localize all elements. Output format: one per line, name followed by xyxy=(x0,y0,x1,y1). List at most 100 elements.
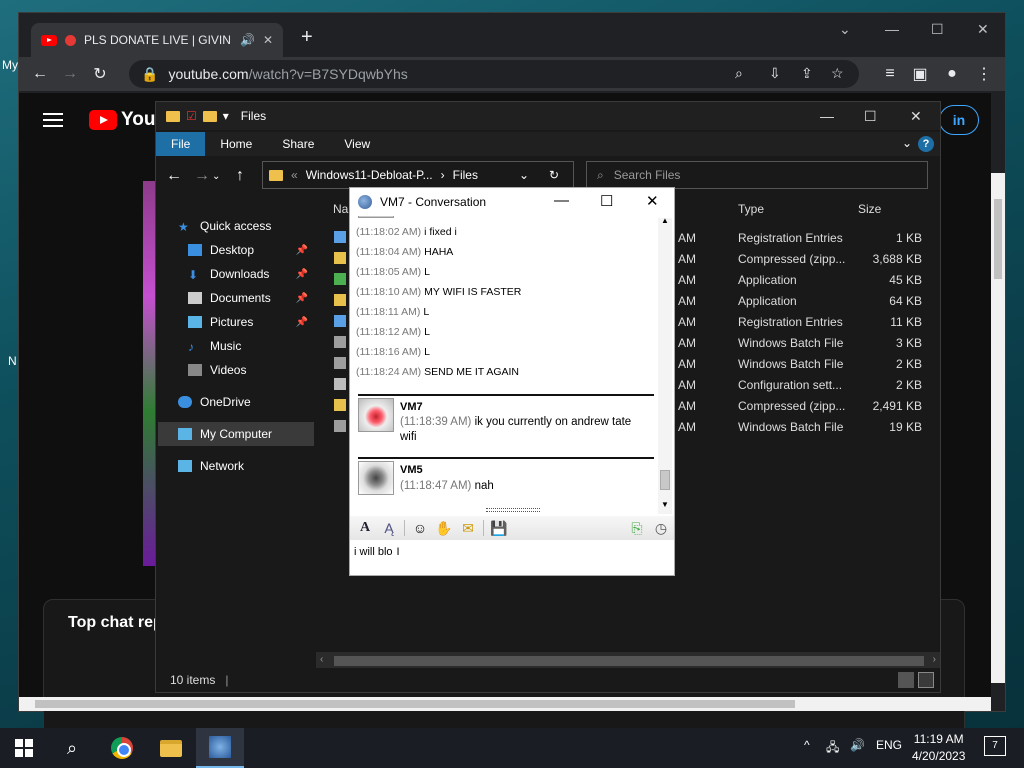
close-button[interactable]: ✕ xyxy=(910,108,922,125)
tab-home[interactable]: Home xyxy=(205,132,267,156)
horizontal-scrollbar[interactable] xyxy=(19,697,991,711)
scroll-up-icon[interactable]: ▲ xyxy=(661,216,669,225)
address-segment[interactable]: Windows11-Debloat-P... xyxy=(306,168,433,182)
scroll-right-icon[interactable]: › xyxy=(933,654,936,665)
large-icons-view-icon[interactable] xyxy=(918,672,934,688)
export-icon[interactable]: ⎘ xyxy=(628,520,646,537)
sidebar-item-documents[interactable]: Documents 📌 xyxy=(188,286,312,310)
close-button[interactable]: ✕ xyxy=(646,192,659,210)
desktop-icon-label[interactable]: N xyxy=(8,354,17,368)
maximize-button[interactable]: ☐ xyxy=(600,192,613,210)
back-icon[interactable]: ← xyxy=(25,65,55,83)
browser-tab[interactable]: PLS DONATE LIVE | GIVIN 🔊 ✕ xyxy=(31,23,283,57)
up-icon[interactable]: ↑ xyxy=(226,167,254,185)
menu-icon[interactable]: ⋮ xyxy=(969,64,999,84)
refresh-icon[interactable]: ↻ xyxy=(549,168,559,182)
search-icon[interactable]: ⌕ xyxy=(48,728,96,768)
new-folder-icon[interactable] xyxy=(202,110,217,122)
desktop-icon-label[interactable]: My xyxy=(2,58,18,72)
sidebar-item-music[interactable]: ♪ Music xyxy=(188,334,312,358)
scroll-down-icon[interactable]: ▼ xyxy=(661,500,669,509)
emoticon-icon[interactable]: ☺ xyxy=(411,520,429,536)
minimize-button[interactable]: — xyxy=(885,21,899,37)
maximize-button[interactable]: ☐ xyxy=(931,21,944,38)
address-bar[interactable]: 🔒 youtube.com/watch?v=B7SYDqwbYhs ⌕ ⇩ ⇪ … xyxy=(129,60,859,88)
recent-locations-icon[interactable]: ⌄ xyxy=(212,171,226,182)
hamburger-menu-icon[interactable] xyxy=(43,113,63,127)
start-button[interactable] xyxy=(0,728,48,768)
language-indicator[interactable]: ENG xyxy=(876,738,902,752)
vertical-scrollbar[interactable] xyxy=(991,173,1005,683)
scrollbar-thumb[interactable] xyxy=(35,700,795,708)
forward-icon[interactable]: → xyxy=(55,65,85,83)
font-color-icon[interactable]: Ą xyxy=(380,520,398,536)
details-view-icon[interactable] xyxy=(898,672,914,688)
vertical-scrollbar[interactable]: ▲ ▼ xyxy=(658,216,672,514)
chevron-down-icon[interactable]: ⌄ xyxy=(519,168,529,182)
back-icon[interactable]: ← xyxy=(160,167,188,185)
nudge-icon[interactable]: ✋ xyxy=(435,520,453,537)
history-icon[interactable]: ◷ xyxy=(652,520,670,537)
address-segment[interactable]: Files xyxy=(453,168,478,182)
chevron-up-icon[interactable]: ^ xyxy=(804,738,810,752)
sidebar-item-network[interactable]: Network xyxy=(178,454,312,478)
column-size[interactable]: Size xyxy=(858,202,881,216)
tab-file[interactable]: File xyxy=(156,132,206,156)
pin-icon[interactable]: 📌 xyxy=(296,293,308,304)
address-bar[interactable]: « Windows11-Debloat-P... › Files ⌄ ↻ xyxy=(262,161,574,189)
minimize-button[interactable]: — xyxy=(820,108,834,124)
clock[interactable]: 11:19 AM 4/20/2023 xyxy=(912,731,965,765)
message-input[interactable]: i will blo Ι xyxy=(350,540,674,575)
scrollbar-thumb[interactable] xyxy=(334,656,924,666)
bookmark-star-icon[interactable]: ☆ xyxy=(831,65,844,82)
sign-in-button[interactable]: in xyxy=(939,105,979,135)
close-button[interactable]: ✕ xyxy=(977,21,989,38)
sidebar-item-quick-access[interactable]: ★ Quick access xyxy=(178,214,334,238)
profile-icon[interactable]: ● xyxy=(937,65,967,83)
taskbar-messenger[interactable] xyxy=(196,728,244,768)
pin-icon[interactable]: 📌 xyxy=(296,317,308,328)
reload-icon[interactable]: ↻ xyxy=(85,64,115,84)
install-icon[interactable]: ⇩ xyxy=(769,65,781,82)
chevron-down-icon[interactable]: ⌄ xyxy=(839,21,851,38)
volume-icon[interactable]: 🔊 xyxy=(850,738,865,752)
media-queue-icon[interactable]: ≡ xyxy=(875,65,905,83)
side-panel-icon[interactable]: ▣ xyxy=(905,64,935,84)
search-icon[interactable]: ⌕ xyxy=(735,65,743,82)
share-icon[interactable]: ⇪ xyxy=(801,65,813,82)
resize-grip[interactable] xyxy=(486,508,540,512)
column-type[interactable]: Type xyxy=(738,202,764,216)
customize-arrow-icon[interactable]: ▾ xyxy=(223,109,229,123)
sidebar-item-pictures[interactable]: Pictures 📌 xyxy=(188,310,312,334)
speaker-icon[interactable]: 🔊 xyxy=(240,33,255,47)
save-icon[interactable]: 💾 xyxy=(490,520,508,537)
sidebar-item-onedrive[interactable]: OneDrive xyxy=(178,390,312,414)
network-tray-icon[interactable]: 🖧 xyxy=(826,738,839,759)
tab-view[interactable]: View xyxy=(329,132,385,156)
notification-center-icon[interactable]: 7 xyxy=(984,736,1006,756)
search-input[interactable]: ⌕ Search Files xyxy=(586,161,928,189)
sidebar-item-videos[interactable]: Videos xyxy=(188,358,312,382)
scrollbar-thumb[interactable] xyxy=(660,470,670,490)
sidebar-item-desktop[interactable]: Desktop 📌 xyxy=(188,238,312,262)
pin-icon[interactable]: 📌 xyxy=(296,245,308,256)
new-tab-button[interactable]: + xyxy=(301,27,313,47)
font-icon[interactable]: A xyxy=(356,520,374,536)
scrollbar-thumb[interactable] xyxy=(994,199,1002,279)
column-name[interactable]: Na xyxy=(333,202,348,216)
tab-share[interactable]: Share xyxy=(267,132,329,156)
taskbar-chrome[interactable] xyxy=(98,728,146,768)
properties-icon[interactable]: ☑ xyxy=(186,109,197,123)
chat-title[interactable]: Top chat rep xyxy=(68,614,163,632)
tab-close-icon[interactable]: ✕ xyxy=(263,33,273,47)
sidebar-item-my-computer[interactable]: My Computer xyxy=(158,422,314,446)
pin-icon[interactable]: 📌 xyxy=(296,269,308,280)
help-icon[interactable]: ? xyxy=(918,136,934,152)
sidebar-item-downloads[interactable]: ⬇ Downloads 📌 xyxy=(188,262,312,286)
taskbar-file-explorer[interactable] xyxy=(147,728,195,768)
chevron-down-icon[interactable]: ⌄ xyxy=(902,136,912,150)
minimize-button[interactable]: — xyxy=(554,192,569,209)
send-file-icon[interactable]: ✉ xyxy=(459,520,477,537)
maximize-button[interactable]: ☐ xyxy=(864,108,877,125)
scroll-left-icon[interactable]: ‹ xyxy=(320,654,323,665)
